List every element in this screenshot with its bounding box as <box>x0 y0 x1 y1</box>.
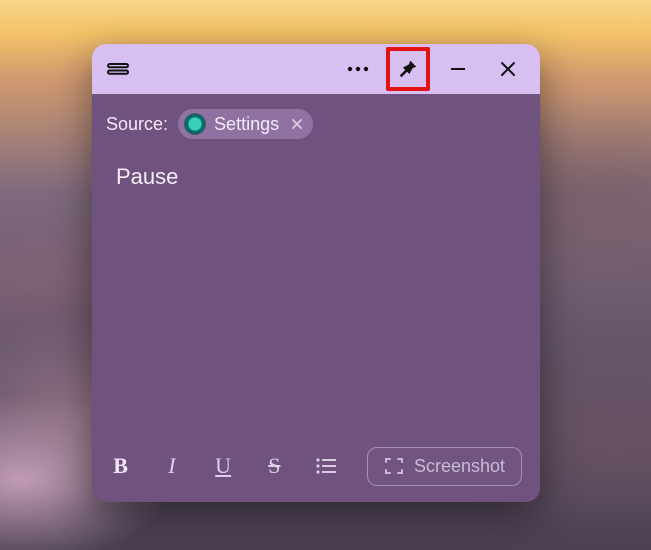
close-button[interactable] <box>486 47 530 91</box>
desktop-wallpaper: Source: Settings Pause B I U <box>0 0 651 550</box>
minimize-button[interactable] <box>436 47 480 91</box>
source-chip-remove[interactable] <box>287 118 303 130</box>
bullet-list-button[interactable] <box>315 457 337 475</box>
underline-button[interactable]: U <box>212 453 233 479</box>
pin-button[interactable] <box>386 47 430 91</box>
screenshot-button[interactable]: Screenshot <box>367 447 522 486</box>
capture-icon <box>384 456 404 476</box>
source-chip[interactable]: Settings <box>178 109 313 139</box>
pin-icon <box>397 58 419 80</box>
settings-app-icon <box>184 113 206 135</box>
sticky-note-window: Source: Settings Pause B I U <box>92 44 540 502</box>
italic-button[interactable]: I <box>161 453 182 479</box>
grip-lines-icon[interactable] <box>102 47 134 91</box>
titlebar <box>92 44 540 94</box>
note-content[interactable]: Pause <box>106 142 526 440</box>
source-chip-label: Settings <box>214 114 279 135</box>
minimize-icon <box>449 60 467 78</box>
bullet-list-icon <box>315 457 337 475</box>
source-label: Source: <box>106 114 168 135</box>
screenshot-label: Screenshot <box>414 456 505 477</box>
bold-button[interactable]: B <box>110 453 131 479</box>
close-icon <box>500 61 516 77</box>
note-body: Source: Settings Pause B I U <box>92 94 540 502</box>
format-toolbar: B I U S <box>106 440 526 492</box>
strikethrough-button[interactable]: S <box>264 453 285 479</box>
source-row: Source: Settings <box>106 106 526 142</box>
note-text: Pause <box>116 164 178 189</box>
more-horizontal-icon[interactable] <box>336 47 380 91</box>
